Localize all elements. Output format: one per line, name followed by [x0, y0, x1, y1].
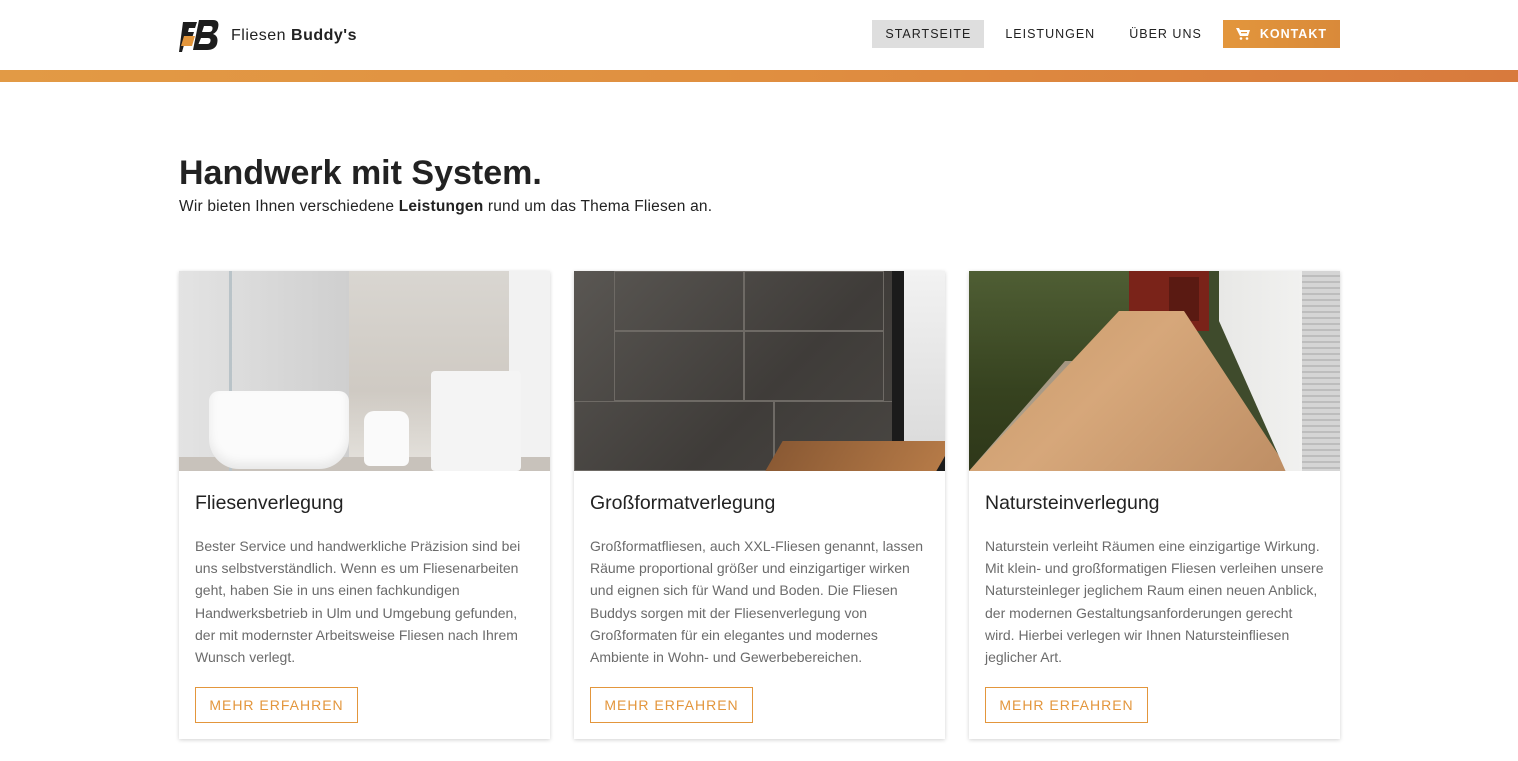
page-subtitle: Wir bieten Ihnen verschiedene Leistungen… [179, 198, 712, 216]
brand-logo-link[interactable]: Fliesen Buddy's [179, 16, 357, 56]
bathroom-image [179, 271, 550, 471]
subtitle-part-1: Wir bieten Ihnen verschiedene [179, 198, 399, 215]
site-header: Fliesen Buddy's STARTSEITE LEISTUNGEN ÜB… [0, 0, 1518, 70]
card-description: Großformatfliesen, auch XXL-Fliesen gena… [590, 538, 924, 666]
accent-divider [0, 70, 1518, 82]
card-title: Natursteinverlegung [985, 492, 1160, 514]
service-card-fliesenverlegung: Fliesenverlegung Bester Service und hand… [179, 271, 550, 739]
card-title: Großformatverlegung [590, 492, 776, 514]
fb-logo-icon [179, 16, 221, 56]
main-nav: STARTSEITE LEISTUNGEN ÜBER UNS KONTAKT [864, 20, 1340, 48]
subtitle-bold: Leistungen [398, 198, 484, 215]
nav-item-leistungen[interactable]: LEISTUNGEN [992, 20, 1108, 48]
more-info-button[interactable]: MEHR ERFAHREN [195, 687, 358, 723]
more-info-button[interactable]: MEHR ERFAHREN [590, 687, 753, 723]
stone-path-image [969, 271, 1340, 471]
cart-icon [1235, 28, 1250, 40]
card-description: Bester Service und handwerkliche Präzisi… [195, 538, 521, 666]
brand-name: Fliesen Buddy's [231, 27, 357, 45]
service-card-grossformatverlegung: Großformatverlegung Großformatfliesen, a… [574, 271, 945, 739]
large-tiles-image [574, 271, 945, 471]
card-title: Fliesenverlegung [195, 492, 344, 514]
page-title-rest: mit System. [341, 154, 542, 192]
service-card-natursteinverlegung: Natursteinverlegung Naturstein verleiht … [969, 271, 1340, 739]
page-title-bold: Handwerk [179, 154, 342, 192]
contact-button[interactable]: KONTAKT [1222, 20, 1340, 48]
subtitle-part-2: rund um das Thema Fliesen an. [483, 198, 713, 215]
nav-item-ueber-uns[interactable]: ÜBER UNS [1116, 20, 1215, 48]
brand-name-bold: Buddy's [291, 27, 358, 44]
card-description: Naturstein verleiht Räumen eine einzigar… [985, 538, 1324, 666]
brand-name-light: Fliesen [231, 27, 287, 44]
nav-item-startseite[interactable]: STARTSEITE [872, 20, 985, 48]
page-title: Handwerk mit System. [179, 154, 542, 193]
more-info-button[interactable]: MEHR ERFAHREN [985, 687, 1148, 723]
contact-button-label: KONTAKT [1259, 27, 1327, 41]
